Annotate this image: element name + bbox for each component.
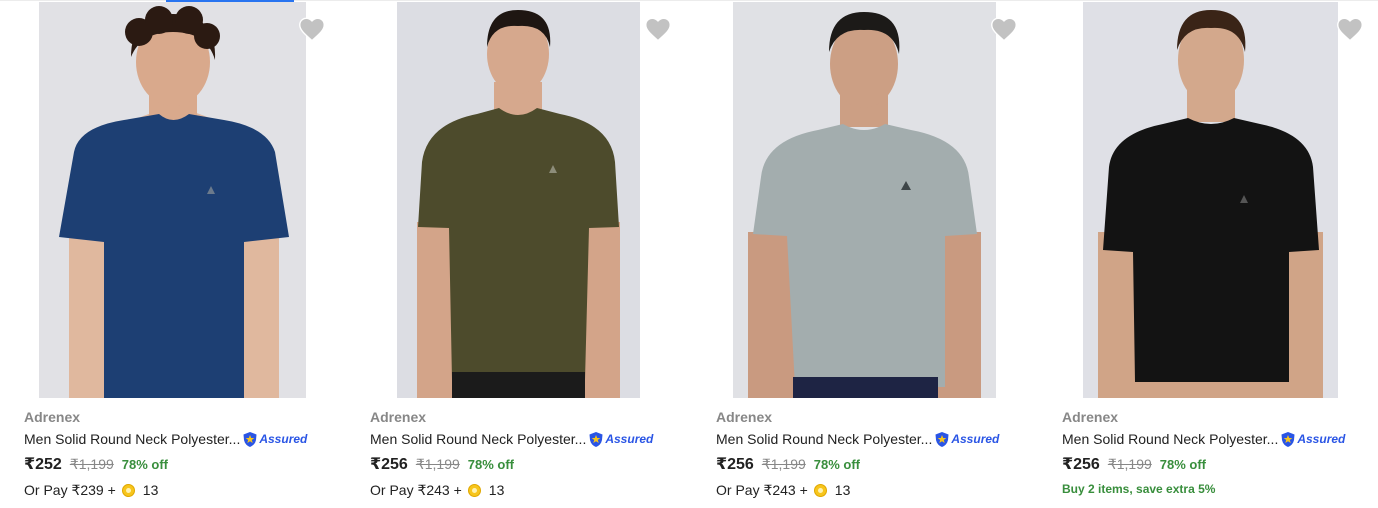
assured-badge: Assured xyxy=(1280,431,1345,448)
shield-icon xyxy=(589,431,603,447)
brand-name: Adrenex xyxy=(24,409,81,425)
product-title[interactable]: Men Solid Round Neck Polyester... xyxy=(370,429,586,449)
supercoin-icon xyxy=(813,483,827,497)
shield-icon xyxy=(935,431,949,447)
bulk-offer-text: Buy 2 items, save extra 5% xyxy=(1062,482,1216,496)
supercoin-count: 13 xyxy=(488,482,505,498)
product-card[interactable]: Adrenex Men Solid Round Neck Polyester..… xyxy=(1038,0,1378,508)
discount-percent: 78% off xyxy=(121,457,169,472)
supercoin-count: 13 xyxy=(142,482,159,498)
original-price: ₹1,199 xyxy=(69,456,114,472)
supercoin-offer: Or Pay ₹239 + 13 xyxy=(24,481,159,499)
product-card[interactable]: Adrenex Men Solid Round Neck Polyester..… xyxy=(0,0,346,508)
wishlist-heart-icon[interactable] xyxy=(990,16,1018,42)
discount-percent: 78% off xyxy=(813,457,861,472)
selling-price: ₹256 xyxy=(370,456,408,473)
wishlist-heart-icon[interactable] xyxy=(1336,16,1364,42)
product-image[interactable] xyxy=(1083,2,1338,398)
original-price: ₹1,199 xyxy=(415,456,460,472)
discount-percent: 78% off xyxy=(1159,457,1207,472)
wishlist-heart-icon[interactable] xyxy=(644,16,672,42)
selling-price: ₹256 xyxy=(1062,456,1100,473)
discount-percent: 78% off xyxy=(467,457,515,472)
supercoin-offer: Or Pay ₹243 + 13 xyxy=(370,481,505,499)
supercoin-offer: Or Pay ₹243 + 13 xyxy=(716,481,851,499)
brand-name: Adrenex xyxy=(1062,409,1119,425)
original-price: ₹1,199 xyxy=(1107,456,1152,472)
product-title[interactable]: Men Solid Round Neck Polyester... xyxy=(1062,429,1278,449)
product-card[interactable]: Adrenex Men Solid Round Neck Polyester..… xyxy=(692,0,1038,508)
original-price: ₹1,199 xyxy=(761,456,806,472)
product-image[interactable] xyxy=(397,2,640,398)
shield-icon xyxy=(1281,431,1295,447)
product-title[interactable]: Men Solid Round Neck Polyester... xyxy=(24,429,240,449)
supercoin-count: 13 xyxy=(834,482,851,498)
wishlist-heart-icon[interactable] xyxy=(298,16,326,42)
product-card[interactable]: Adrenex Men Solid Round Neck Polyester..… xyxy=(346,0,692,508)
shield-icon xyxy=(243,431,257,447)
brand-name: Adrenex xyxy=(716,409,773,425)
product-title[interactable]: Men Solid Round Neck Polyester... xyxy=(716,429,932,449)
assured-badge: Assured xyxy=(588,431,653,448)
supercoin-icon xyxy=(467,483,481,497)
assured-badge: Assured xyxy=(242,431,307,448)
product-image[interactable] xyxy=(733,2,996,398)
selling-price: ₹256 xyxy=(716,456,754,473)
assured-badge: Assured xyxy=(934,431,999,448)
supercoin-icon xyxy=(121,483,135,497)
brand-name: Adrenex xyxy=(370,409,427,425)
product-image[interactable] xyxy=(39,2,306,398)
selling-price: ₹252 xyxy=(24,456,62,473)
